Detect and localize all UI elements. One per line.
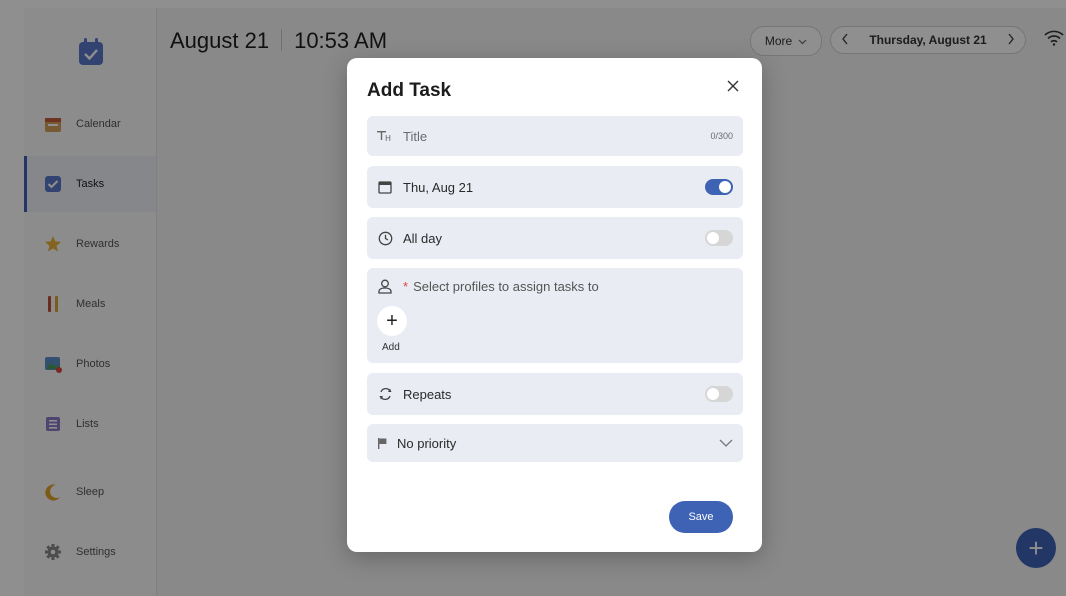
title-field[interactable]: H Title 0/300 xyxy=(367,116,743,156)
flag-icon xyxy=(377,435,389,451)
required-asterisk: * xyxy=(403,278,409,294)
calendar-icon xyxy=(377,179,393,195)
add-task-dialog: Add Task H Title 0/300 Thu, Aug 21 All d… xyxy=(347,58,762,552)
chevron-down-icon xyxy=(719,434,733,452)
add-profile-label: Add xyxy=(382,342,400,353)
assign-label: Select profiles to assign tasks to xyxy=(413,278,599,294)
all-day-row: All day xyxy=(367,217,743,259)
all-day-label: All day xyxy=(403,230,443,246)
assign-profiles-section: * Select profiles to assign tasks to + A… xyxy=(367,268,743,363)
title-placeholder: Title xyxy=(403,128,428,144)
priority-select[interactable]: No priority xyxy=(367,424,743,462)
all-day-toggle[interactable] xyxy=(705,230,733,246)
priority-value: No priority xyxy=(397,435,457,451)
dialog-title: Add Task xyxy=(367,80,452,101)
person-icon xyxy=(377,278,393,294)
title-char-counter: 0/300 xyxy=(710,131,733,141)
text-heading-icon: H xyxy=(377,128,393,144)
plus-icon: + xyxy=(386,309,398,332)
close-icon xyxy=(727,79,739,97)
date-field[interactable]: Thu, Aug 21 xyxy=(367,166,743,208)
save-button[interactable]: Save xyxy=(669,501,733,533)
add-profile-button[interactable]: + xyxy=(377,306,407,336)
date-value: Thu, Aug 21 xyxy=(403,179,474,195)
repeat-icon xyxy=(377,386,393,402)
clock-icon xyxy=(377,230,393,246)
repeats-label: Repeats xyxy=(403,386,452,402)
date-toggle[interactable] xyxy=(705,179,733,195)
repeats-toggle[interactable] xyxy=(705,386,733,402)
close-button[interactable] xyxy=(723,78,743,98)
svg-text:H: H xyxy=(385,134,391,142)
repeats-row: Repeats xyxy=(367,373,743,415)
